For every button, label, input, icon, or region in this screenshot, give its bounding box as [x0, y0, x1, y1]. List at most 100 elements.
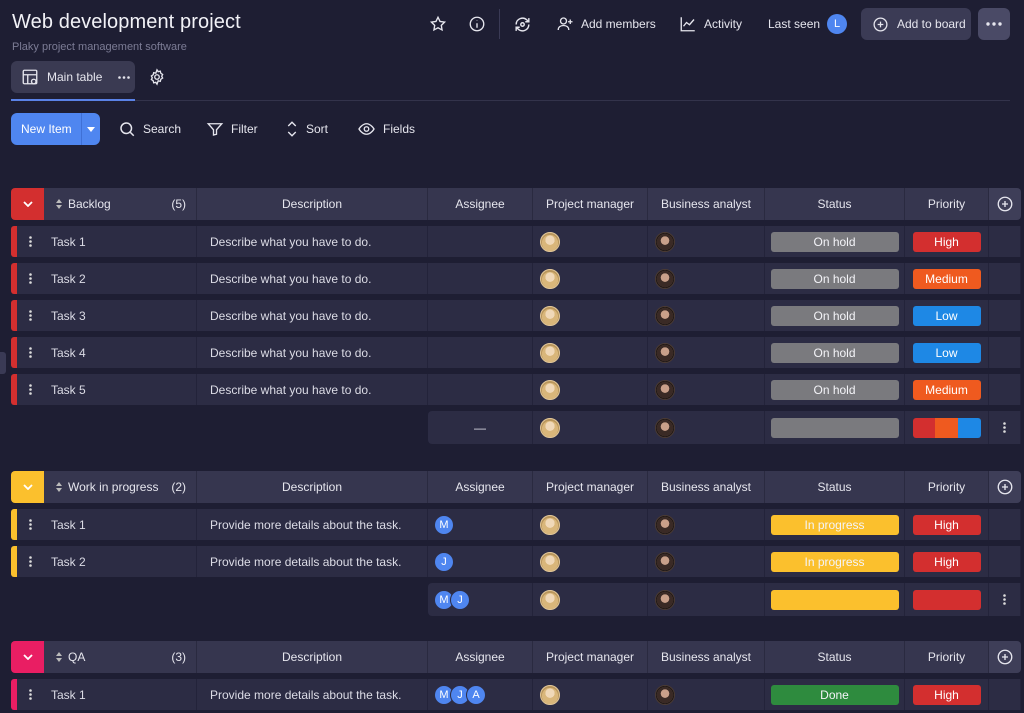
- project-manager-cell[interactable]: [533, 226, 648, 257]
- table-row[interactable]: Task 3 Describe what you have to do. On …: [11, 300, 1022, 331]
- column-header-status[interactable]: Status: [765, 188, 905, 220]
- activity-button[interactable]: Activity: [679, 10, 742, 38]
- project-manager-cell[interactable]: [533, 509, 648, 540]
- task-description[interactable]: Provide more details about the task.: [197, 679, 428, 710]
- priority-cell[interactable]: High: [905, 509, 989, 540]
- column-header-business-analyst[interactable]: Business analyst: [648, 188, 765, 220]
- fields-button[interactable]: Fields: [357, 113, 415, 145]
- task-name[interactable]: Task 3: [44, 300, 197, 331]
- project-manager-cell[interactable]: [533, 337, 648, 368]
- status-cell[interactable]: Done: [765, 679, 905, 710]
- project-manager-cell[interactable]: [533, 679, 648, 710]
- task-name[interactable]: Task 5: [44, 374, 197, 405]
- assignee-cell[interactable]: [428, 226, 533, 257]
- column-header-priority[interactable]: Priority: [905, 188, 989, 220]
- status-cell[interactable]: On hold: [765, 337, 905, 368]
- info-icon[interactable]: [464, 11, 490, 37]
- table-row[interactable]: Task 5 Describe what you have to do. On …: [11, 374, 1022, 405]
- business-analyst-cell[interactable]: [648, 374, 765, 405]
- column-header-assignee[interactable]: Assignee: [428, 641, 533, 673]
- filter-button[interactable]: Filter: [206, 113, 258, 145]
- table-row[interactable]: Task 1 Provide more details about the ta…: [11, 679, 1022, 710]
- drag-handle-icon[interactable]: [17, 509, 44, 540]
- column-header-status[interactable]: Status: [765, 471, 905, 503]
- add-column-button[interactable]: [989, 641, 1021, 673]
- add-column-button[interactable]: [989, 471, 1021, 503]
- gear-icon[interactable]: [144, 64, 170, 90]
- business-analyst-cell[interactable]: [648, 226, 765, 257]
- column-header-priority[interactable]: Priority: [905, 471, 989, 503]
- collapse-group-button[interactable]: [11, 188, 44, 220]
- column-header-description[interactable]: Description: [197, 188, 428, 220]
- column-header-status[interactable]: Status: [765, 641, 905, 673]
- collapse-group-button[interactable]: [11, 471, 44, 503]
- assignee-cell[interactable]: [428, 374, 533, 405]
- task-description[interactable]: Describe what you have to do.: [197, 263, 428, 294]
- assignee-cell[interactable]: J: [428, 546, 533, 577]
- assignee-cell[interactable]: [428, 263, 533, 294]
- table-row[interactable]: Task 1 Describe what you have to do. On …: [11, 226, 1022, 257]
- task-name[interactable]: Task 2: [44, 263, 197, 294]
- priority-cell[interactable]: High: [905, 546, 989, 577]
- task-name[interactable]: Task 4: [44, 337, 197, 368]
- sort-button[interactable]: Sort: [285, 113, 328, 145]
- drag-handle-icon[interactable]: [17, 337, 44, 368]
- drag-handle-icon[interactable]: [17, 679, 44, 710]
- sync-icon[interactable]: [509, 11, 535, 37]
- assignee-cell[interactable]: [428, 337, 533, 368]
- status-cell[interactable]: In progress: [765, 509, 905, 540]
- status-cell[interactable]: On hold: [765, 300, 905, 331]
- column-header-assignee[interactable]: Assignee: [428, 188, 533, 220]
- task-description[interactable]: Describe what you have to do.: [197, 337, 428, 368]
- column-header-description[interactable]: Description: [197, 471, 428, 503]
- business-analyst-cell[interactable]: [648, 337, 765, 368]
- column-header-project-manager[interactable]: Project manager: [533, 471, 648, 503]
- column-header-business-analyst[interactable]: Business analyst: [648, 641, 765, 673]
- column-header-priority[interactable]: Priority: [905, 641, 989, 673]
- sidebar-toggle-handle[interactable]: [0, 352, 6, 374]
- column-header-project-manager[interactable]: Project manager: [533, 188, 648, 220]
- assignee-cell[interactable]: M: [428, 509, 533, 540]
- assignee-cell[interactable]: M J A: [428, 679, 533, 710]
- tab-main-table[interactable]: Main table: [11, 61, 135, 93]
- new-item-button[interactable]: New Item: [11, 113, 100, 145]
- summary-more-icon[interactable]: [989, 583, 1021, 616]
- priority-cell[interactable]: Low: [905, 337, 989, 368]
- business-analyst-cell[interactable]: [648, 300, 765, 331]
- drag-handle-icon[interactable]: [17, 546, 44, 577]
- business-analyst-cell[interactable]: [648, 263, 765, 294]
- column-header-description[interactable]: Description: [197, 641, 428, 673]
- group-name-cell[interactable]: QA (3): [44, 641, 197, 673]
- collapse-group-button[interactable]: [11, 641, 44, 673]
- add-column-button[interactable]: [989, 188, 1021, 220]
- table-row[interactable]: Task 1 Provide more details about the ta…: [11, 509, 1022, 540]
- project-manager-cell[interactable]: [533, 374, 648, 405]
- status-cell[interactable]: In progress: [765, 546, 905, 577]
- column-header-business-analyst[interactable]: Business analyst: [648, 471, 765, 503]
- task-name[interactable]: Task 1: [44, 679, 197, 710]
- task-name[interactable]: Task 1: [44, 226, 197, 257]
- last-seen-button[interactable]: Last seen L: [768, 10, 848, 38]
- project-manager-cell[interactable]: [533, 546, 648, 577]
- caret-down-icon[interactable]: [82, 126, 100, 132]
- status-cell[interactable]: On hold: [765, 226, 905, 257]
- project-manager-cell[interactable]: [533, 263, 648, 294]
- task-description[interactable]: Provide more details about the task.: [197, 546, 428, 577]
- assignee-cell[interactable]: [428, 300, 533, 331]
- drag-handle-icon[interactable]: [17, 300, 44, 331]
- group-name-cell[interactable]: Work in progress (2): [44, 471, 197, 503]
- search-button[interactable]: Search: [118, 113, 181, 145]
- status-cell[interactable]: On hold: [765, 263, 905, 294]
- summary-more-icon[interactable]: [989, 411, 1021, 444]
- task-name[interactable]: Task 2: [44, 546, 197, 577]
- priority-cell[interactable]: High: [905, 679, 989, 710]
- priority-cell[interactable]: Low: [905, 300, 989, 331]
- priority-cell[interactable]: Medium: [905, 263, 989, 294]
- task-description[interactable]: Describe what you have to do.: [197, 226, 428, 257]
- task-description[interactable]: Describe what you have to do.: [197, 300, 428, 331]
- status-cell[interactable]: On hold: [765, 374, 905, 405]
- task-name[interactable]: Task 1: [44, 509, 197, 540]
- column-header-project-manager[interactable]: Project manager: [533, 641, 648, 673]
- add-members-button[interactable]: Add members: [556, 10, 656, 38]
- drag-handle-icon[interactable]: [17, 226, 44, 257]
